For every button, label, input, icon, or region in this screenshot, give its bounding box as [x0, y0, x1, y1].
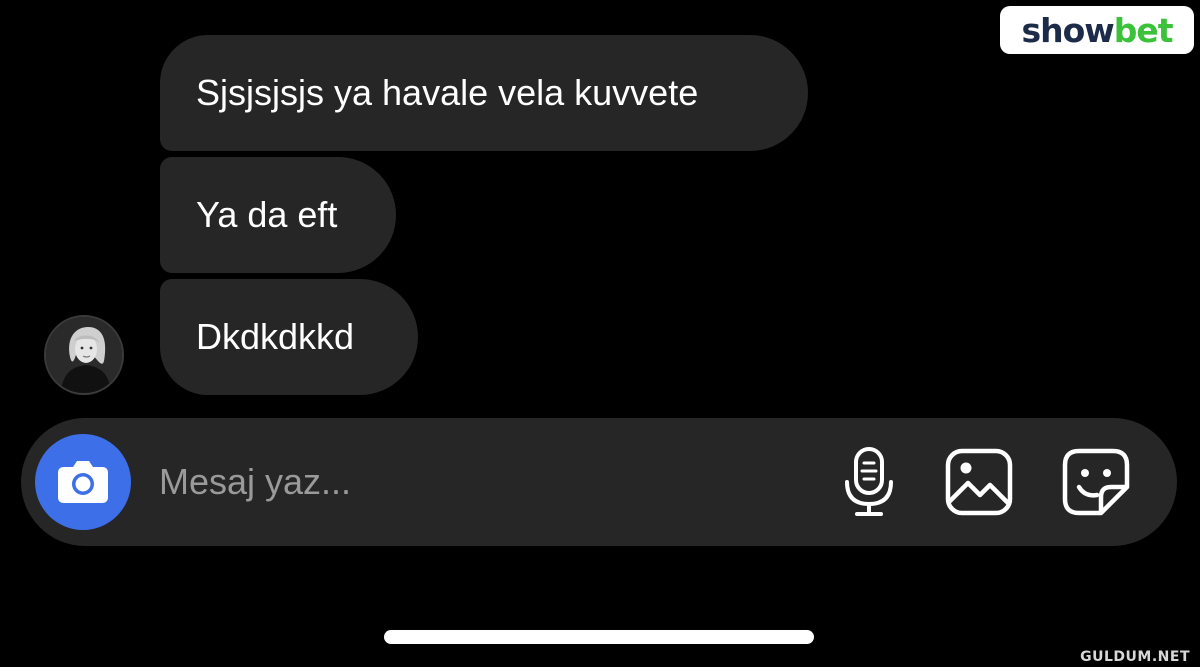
logo-show-text: show — [1021, 10, 1114, 50]
message-text: Ya da eft — [196, 194, 338, 235]
showbet-logo: show bet — [1000, 6, 1194, 54]
camera-button[interactable] — [35, 434, 131, 530]
message-text: Dkdkdkkd — [196, 316, 355, 357]
camera-icon — [58, 461, 108, 503]
message-text: Sjsjsjsjs ya havale vela kuvvete — [196, 72, 699, 113]
logo-bet-text: bet — [1113, 10, 1174, 50]
message-bubble[interactable]: Dkdkdkkd — [160, 279, 418, 395]
gallery-icon — [945, 448, 1013, 516]
site-watermark: GULDUM.NET — [1080, 649, 1190, 665]
home-indicator[interactable] — [384, 630, 814, 644]
message-composer — [21, 418, 1177, 546]
message-input[interactable] — [159, 454, 799, 510]
sticker-button[interactable] — [1060, 446, 1132, 518]
message-bubble[interactable]: Ya da eft — [160, 157, 396, 273]
gallery-button[interactable] — [943, 446, 1015, 518]
sticker-icon — [1062, 448, 1130, 516]
message-bubble[interactable]: Sjsjsjsjs ya havale vela kuvvete — [160, 35, 808, 151]
profile-photo — [46, 317, 122, 393]
microphone-button[interactable] — [833, 446, 905, 518]
sender-avatar[interactable] — [44, 315, 124, 395]
microphone-icon — [845, 447, 893, 516]
